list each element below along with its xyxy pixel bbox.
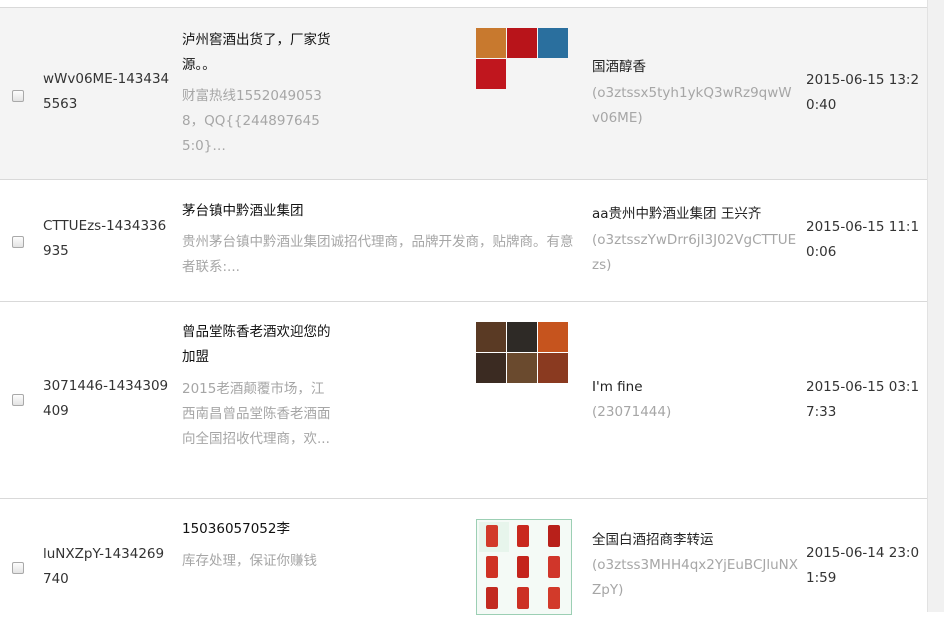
sender-openid: (o3ztsszYwDrr6jI3J02VgCTTUEzs) xyxy=(592,232,797,273)
message-title[interactable]: 曾品堂陈香老酒欢迎您的加盟 xyxy=(182,320,332,370)
sender-openid: (23071444) xyxy=(592,404,672,420)
timestamp: 2015-06-15 03:17:33 xyxy=(806,379,920,420)
thumbnail-image[interactable] xyxy=(476,322,506,352)
thumbnail-image[interactable] xyxy=(476,59,506,89)
thumbnail-tile xyxy=(517,587,529,609)
user-id: 3071446-1434309409 xyxy=(43,378,169,419)
row-checkbox[interactable] xyxy=(12,394,24,406)
thumbnail-tile xyxy=(548,587,560,609)
thumbnail-tile xyxy=(486,587,498,609)
thumbnail-tile xyxy=(486,525,498,547)
sender-name: aa贵州中黔酒业集团 王兴齐 xyxy=(592,206,762,222)
message-desc: 库存处理，保证你赚钱 xyxy=(182,553,317,569)
row-checkbox[interactable] xyxy=(12,90,24,102)
thumbnail-image[interactable] xyxy=(538,322,568,352)
user-id: wWv06ME-1434345563 xyxy=(43,71,170,112)
message-title[interactable]: 泸州窖酒出货了，厂家货源。。 xyxy=(182,28,332,78)
message-title[interactable]: 茅台镇中黔酒业集团 xyxy=(182,199,572,224)
thumbnail-image[interactable] xyxy=(538,28,568,58)
thumbnail-image[interactable] xyxy=(476,353,506,383)
thumbnail-image[interactable] xyxy=(507,28,537,58)
thumbnail-image[interactable] xyxy=(507,353,537,383)
sender-name: 全国白酒招商李转运 xyxy=(592,532,714,548)
thumbnail-image[interactable] xyxy=(476,28,506,58)
list-item[interactable]: wWv06ME-1434345563 泸州窖酒出货了，厂家货源。。 财富热线15… xyxy=(0,8,927,180)
sender-name: I'm fine xyxy=(592,379,643,395)
message-desc: 2015老酒颠覆市场，江西南昌曾品堂陈香老酒面向全国招收代理商，欢... xyxy=(182,381,331,447)
timestamp: 2015-06-15 11:10:06 xyxy=(806,219,920,260)
message-desc: 贵州茅台镇中黔酒业集团诚招代理商，品牌开发商，贴牌商。有意者联系:... xyxy=(182,234,574,275)
list-item[interactable]: 3071446-1434309409 曾品堂陈香老酒欢迎您的加盟 2015老酒颠… xyxy=(0,302,927,499)
user-id: luNXZpY-1434269740 xyxy=(43,546,165,587)
row-checkbox[interactable] xyxy=(12,236,24,248)
thumbnail-tile xyxy=(548,525,560,547)
message-list: wWv06ME-1434345563 泸州窖酒出货了，厂家货源。。 财富热线15… xyxy=(0,0,927,615)
timestamp: 2015-06-14 23:01:59 xyxy=(806,545,920,586)
thumbnail-tile xyxy=(486,556,498,578)
row-checkbox[interactable] xyxy=(12,562,24,574)
thumbnail-image[interactable] xyxy=(476,519,572,615)
sender-name: 国酒醇香 xyxy=(592,59,646,75)
list-item[interactable]: luNXZpY-1434269740 15036057052李 库存处理，保证你… xyxy=(0,499,927,619)
list-item[interactable]: CTTUEzs-1434336935 茅台镇中黔酒业集团 贵州茅台镇中黔酒业集团… xyxy=(0,180,927,302)
sender-openid: (o3ztss3MHH4qx2YjEuBCJluNXZpY) xyxy=(592,557,799,598)
thumbnail-image[interactable] xyxy=(507,322,537,352)
message-desc: 财富热线15520490538，QQ{{2448976455:0}… xyxy=(182,88,322,154)
sender-openid: (o3ztssx5tyh1ykQ3wRz9qwWv06ME) xyxy=(592,85,792,126)
message-title[interactable]: 15036057052李 xyxy=(182,517,382,542)
thumbnail-tile xyxy=(517,556,529,578)
thumbnail-tile xyxy=(548,556,560,578)
vertical-scrollbar[interactable] xyxy=(927,0,944,612)
thumbnail-tile xyxy=(517,525,529,547)
thumbnail-image[interactable] xyxy=(538,353,568,383)
timestamp: 2015-06-15 13:20:40 xyxy=(806,72,920,113)
user-id: CTTUEzs-1434336935 xyxy=(43,218,167,259)
